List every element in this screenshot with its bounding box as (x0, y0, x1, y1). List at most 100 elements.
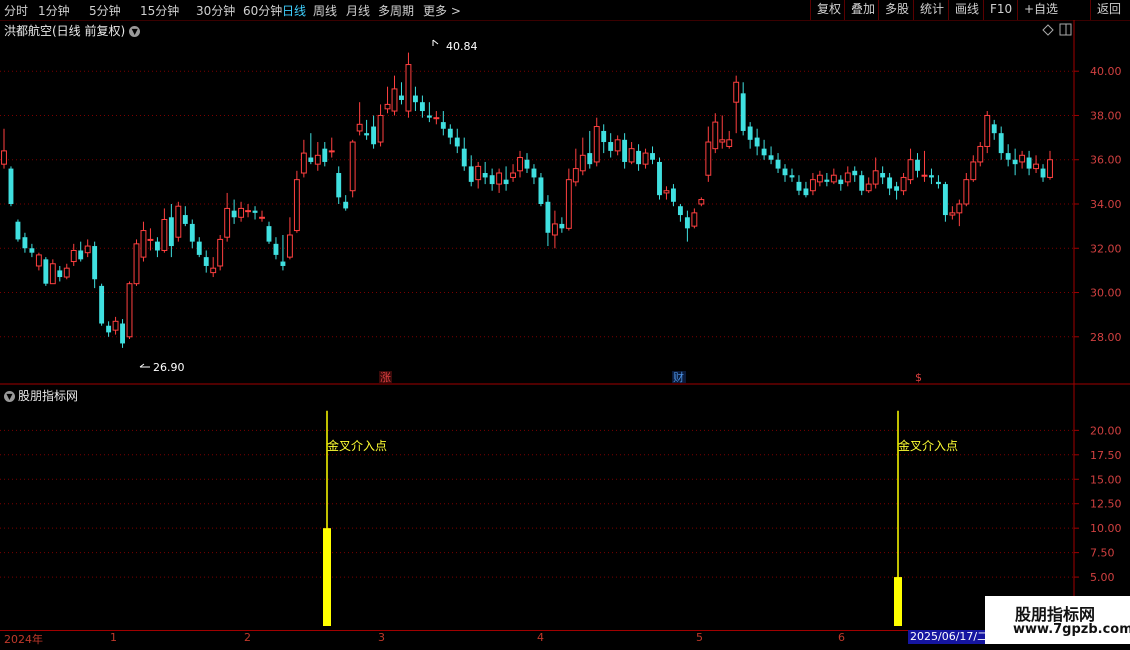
candle[interactable] (538, 173, 544, 207)
event-marker-rise[interactable]: 涨 (380, 371, 391, 384)
candle[interactable] (601, 124, 607, 154)
candle[interactable] (475, 161, 482, 189)
candle[interactable] (670, 184, 676, 207)
candle[interactable] (852, 166, 858, 182)
candle[interactable] (8, 166, 14, 207)
candle[interactable] (203, 250, 209, 273)
candle[interactable] (657, 157, 662, 200)
candle[interactable] (433, 111, 440, 125)
candle[interactable] (622, 133, 628, 169)
candle[interactable] (587, 130, 593, 169)
candle[interactable] (677, 204, 683, 222)
candle[interactable] (1005, 144, 1011, 167)
candle[interactable] (524, 153, 530, 174)
candle[interactable] (49, 259, 56, 285)
candle[interactable] (454, 128, 460, 154)
candle[interactable] (998, 126, 1004, 160)
candle[interactable] (426, 102, 432, 123)
candle[interactable] (663, 186, 670, 200)
candle[interactable] (496, 168, 503, 193)
candle[interactable] (572, 148, 579, 187)
candle[interactable] (92, 241, 98, 289)
candle[interactable] (887, 173, 893, 196)
candle[interactable] (1019, 150, 1026, 169)
candle[interactable] (551, 210, 558, 249)
candle[interactable] (300, 139, 307, 178)
candle[interactable] (112, 316, 119, 335)
candle[interactable] (343, 195, 349, 211)
candle[interactable] (419, 95, 425, 118)
candle[interactable] (384, 86, 391, 114)
candle[interactable] (559, 217, 565, 233)
candle[interactable] (231, 199, 237, 224)
candle[interactable] (545, 195, 551, 247)
candle[interactable] (900, 173, 907, 196)
candle[interactable] (531, 164, 537, 185)
candle[interactable] (510, 164, 516, 182)
candle[interactable] (182, 206, 188, 227)
indicator-title[interactable]: ▼ 股朋指标网 (4, 387, 78, 404)
candle[interactable] (29, 243, 35, 258)
candle[interactable] (371, 115, 377, 149)
candle[interactable] (168, 204, 174, 258)
candle[interactable] (894, 181, 900, 200)
candle[interactable] (161, 208, 168, 253)
candle[interactable] (949, 206, 956, 220)
candle[interactable] (942, 181, 948, 222)
candle[interactable] (844, 166, 851, 187)
candle[interactable] (489, 168, 495, 191)
candle[interactable] (328, 137, 335, 158)
candle[interactable] (196, 237, 202, 258)
candle[interactable] (356, 102, 363, 136)
candle[interactable] (816, 170, 823, 187)
candle[interactable] (217, 234, 224, 271)
candle[interactable] (293, 170, 300, 233)
candle[interactable] (824, 173, 830, 187)
candle[interactable] (915, 153, 920, 178)
candle[interactable] (789, 168, 795, 182)
event-marker-dividend[interactable]: $ (915, 371, 922, 384)
candle[interactable] (608, 133, 614, 158)
candle[interactable] (391, 75, 398, 116)
candle[interactable] (830, 168, 837, 185)
candle[interactable] (565, 168, 572, 231)
candle[interactable] (15, 219, 21, 242)
candle[interactable] (447, 124, 453, 145)
candle[interactable] (593, 117, 600, 167)
candle[interactable] (963, 173, 970, 207)
candle[interactable] (684, 210, 690, 242)
candle[interactable] (761, 139, 767, 160)
candle[interactable] (733, 75, 740, 134)
candle[interactable] (482, 161, 488, 185)
chevron-down-icon[interactable]: ▼ (4, 391, 15, 402)
candle[interactable] (921, 150, 928, 182)
candle[interactable] (126, 281, 133, 340)
candle[interactable] (461, 137, 467, 171)
candle[interactable] (838, 175, 844, 191)
candle[interactable] (803, 181, 809, 198)
candle[interactable] (1047, 150, 1053, 180)
candle[interactable] (579, 137, 586, 176)
candle[interactable] (273, 237, 279, 260)
candle[interactable] (63, 263, 70, 280)
candle[interactable] (120, 319, 125, 348)
candle[interactable] (796, 175, 802, 196)
candle[interactable] (865, 177, 872, 193)
candle[interactable] (775, 153, 781, 174)
candle[interactable] (35, 252, 42, 271)
candle[interactable] (57, 265, 63, 282)
candle[interactable] (929, 168, 934, 185)
candle[interactable] (175, 201, 182, 242)
candle[interactable] (140, 221, 147, 262)
candle[interactable] (1012, 148, 1018, 176)
candle[interactable] (286, 217, 293, 260)
candle[interactable] (956, 199, 963, 227)
candle[interactable] (747, 122, 753, 149)
candle[interactable] (84, 239, 91, 258)
candle[interactable] (147, 228, 154, 251)
candle[interactable] (314, 142, 321, 171)
candle[interactable] (907, 148, 914, 185)
candle[interactable] (880, 166, 886, 185)
candle[interactable] (935, 175, 941, 189)
candle[interactable] (412, 86, 418, 112)
